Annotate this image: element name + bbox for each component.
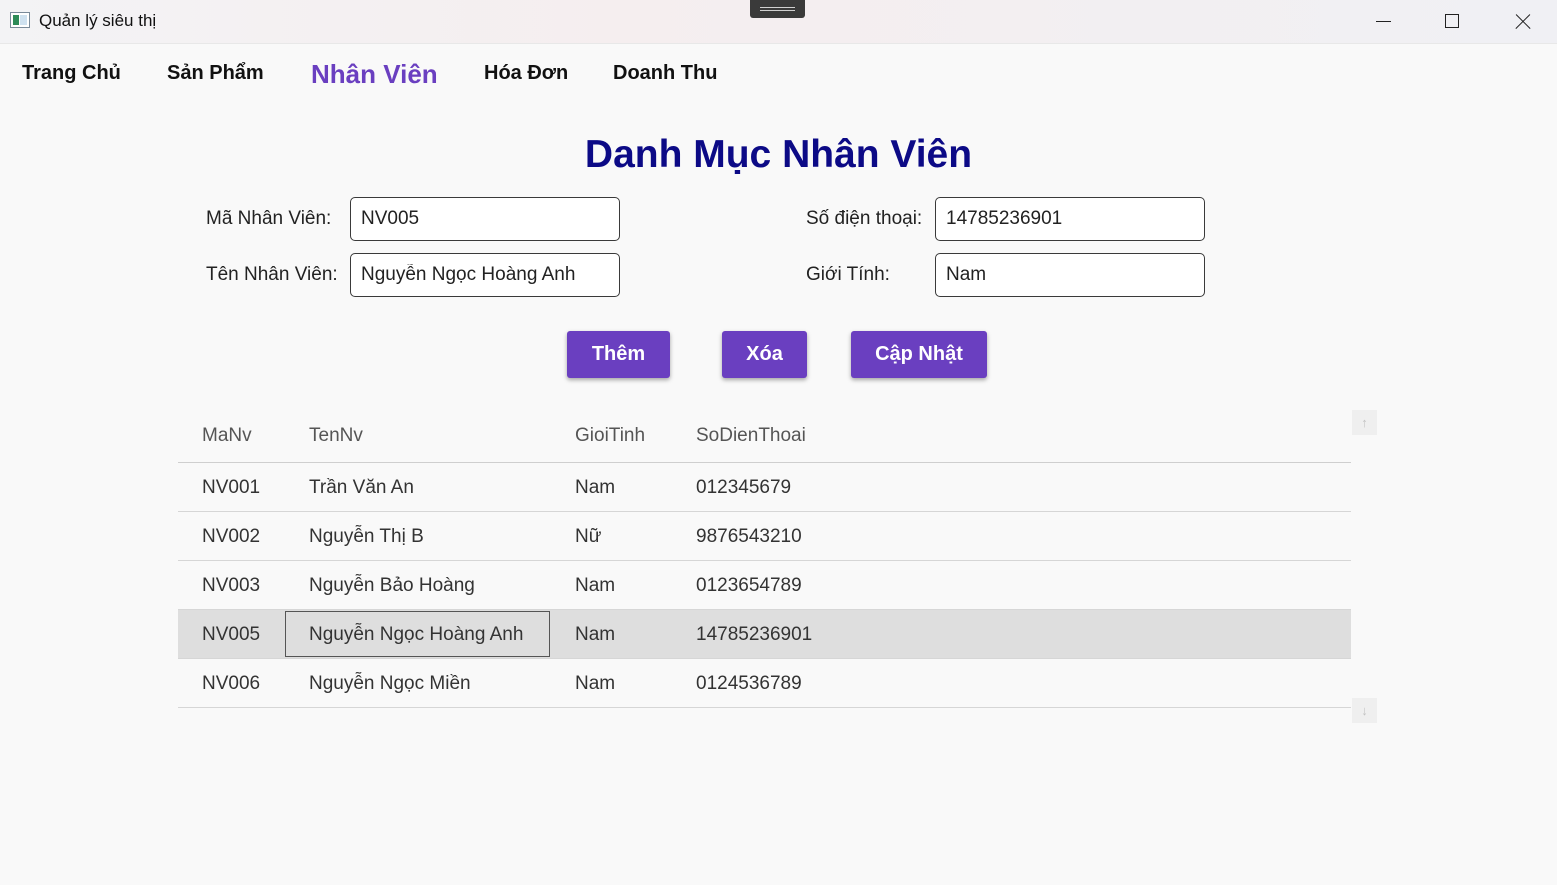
table-row[interactable]: NV006 Nguyễn Ngọc Miền Nam 0124536789	[178, 659, 1351, 708]
nav-item-nhan-vien[interactable]: Nhân Viên	[311, 59, 438, 90]
ten-nhan-vien-label: Tên Nhân Viên:	[206, 264, 338, 285]
cell-manv: NV002	[202, 526, 261, 547]
cell-tennv: Nguyễn Ngọc Miền	[309, 673, 471, 694]
cell-sodienthoai: 9876543210	[696, 526, 802, 547]
delete-button[interactable]: Xóa	[722, 331, 807, 378]
cell-manv: NV001	[202, 477, 261, 498]
add-button[interactable]: Thêm	[567, 331, 670, 378]
app-icon	[10, 12, 30, 28]
close-button[interactable]	[1488, 0, 1556, 43]
nav-item-doanh-thu[interactable]: Doanh Thu	[613, 62, 717, 85]
title-bar: Quản lý siêu thị	[0, 0, 1557, 44]
cell-gioitinh: Nữ	[575, 526, 602, 547]
column-header-tennv[interactable]: TenNv	[309, 425, 363, 447]
update-button[interactable]: Cập Nhật	[851, 331, 987, 378]
window-title: Quản lý siêu thị	[39, 11, 157, 30]
nav-item-hoa-don[interactable]: Hóa Đơn	[484, 62, 568, 85]
so-dien-thoai-label: Số điện thoại:	[806, 208, 923, 229]
cell-sodienthoai: 0124536789	[696, 673, 802, 694]
cell-gioitinh: Nam	[575, 624, 616, 645]
table-header: MaNv TenNv GioiTinh SoDienThoai	[178, 410, 1351, 463]
table-row[interactable]: NV001 Trần Văn An Nam 012345679	[178, 463, 1351, 512]
scroll-up-icon[interactable]: ↑	[1352, 410, 1377, 435]
drag-handle[interactable]	[750, 0, 805, 18]
cell-gioitinh: Nam	[575, 477, 616, 498]
maximize-button[interactable]	[1418, 0, 1486, 43]
table-row-selected[interactable]: NV005 Nguyễn Ngọc Hoàng Anh Nam 14785236…	[178, 610, 1351, 659]
page-title: Danh Mục Nhân Viên	[584, 133, 973, 176]
ma-nhan-vien-input[interactable]	[350, 197, 620, 241]
cell-tennv: Nguyễn Thị B	[309, 526, 424, 547]
table-row[interactable]: NV002 Nguyễn Thị B Nữ 9876543210	[178, 512, 1351, 561]
cell-tennv: Nguyễn Ngọc Hoàng Anh	[309, 624, 524, 645]
maximize-icon	[1445, 14, 1459, 28]
gioi-tinh-input[interactable]	[935, 253, 1205, 297]
column-header-manv[interactable]: MaNv	[202, 425, 252, 447]
ma-nhan-vien-label: Mã Nhân Viên:	[206, 208, 332, 229]
column-header-sodienthoai[interactable]: SoDienThoai	[696, 425, 806, 447]
cell-sodienthoai: 14785236901	[696, 624, 813, 645]
cell-tennv: Nguyễn Bảo Hoàng	[309, 575, 475, 596]
cell-manv: NV006	[202, 673, 261, 694]
cell-gioitinh: Nam	[575, 673, 616, 694]
cell-gioitinh: Nam	[575, 575, 616, 596]
minimize-icon	[1376, 21, 1391, 23]
cell-sodienthoai: 012345679	[696, 477, 792, 498]
employee-table: MaNv TenNv GioiTinh SoDienThoai NV001 Tr…	[178, 410, 1351, 708]
cell-manv: NV005	[202, 624, 261, 645]
minimize-button[interactable]	[1350, 0, 1418, 43]
gioi-tinh-label: Giới Tính:	[806, 264, 890, 285]
so-dien-thoai-input[interactable]	[935, 197, 1205, 241]
scroll-down-icon[interactable]: ↓	[1352, 698, 1377, 723]
cell-sodienthoai: 0123654789	[696, 575, 802, 596]
cell-tennv: Trần Văn An	[309, 477, 414, 498]
nav-item-trang-chu[interactable]: Trang Chủ	[22, 62, 121, 85]
ten-nhan-vien-input[interactable]	[350, 253, 620, 297]
nav-item-san-pham[interactable]: Sản Phẩm	[167, 62, 264, 85]
column-header-gioitinh[interactable]: GioiTinh	[575, 425, 645, 447]
table-row[interactable]: NV003 Nguyễn Bảo Hoàng Nam 0123654789	[178, 561, 1351, 610]
cell-manv: NV003	[202, 575, 261, 596]
